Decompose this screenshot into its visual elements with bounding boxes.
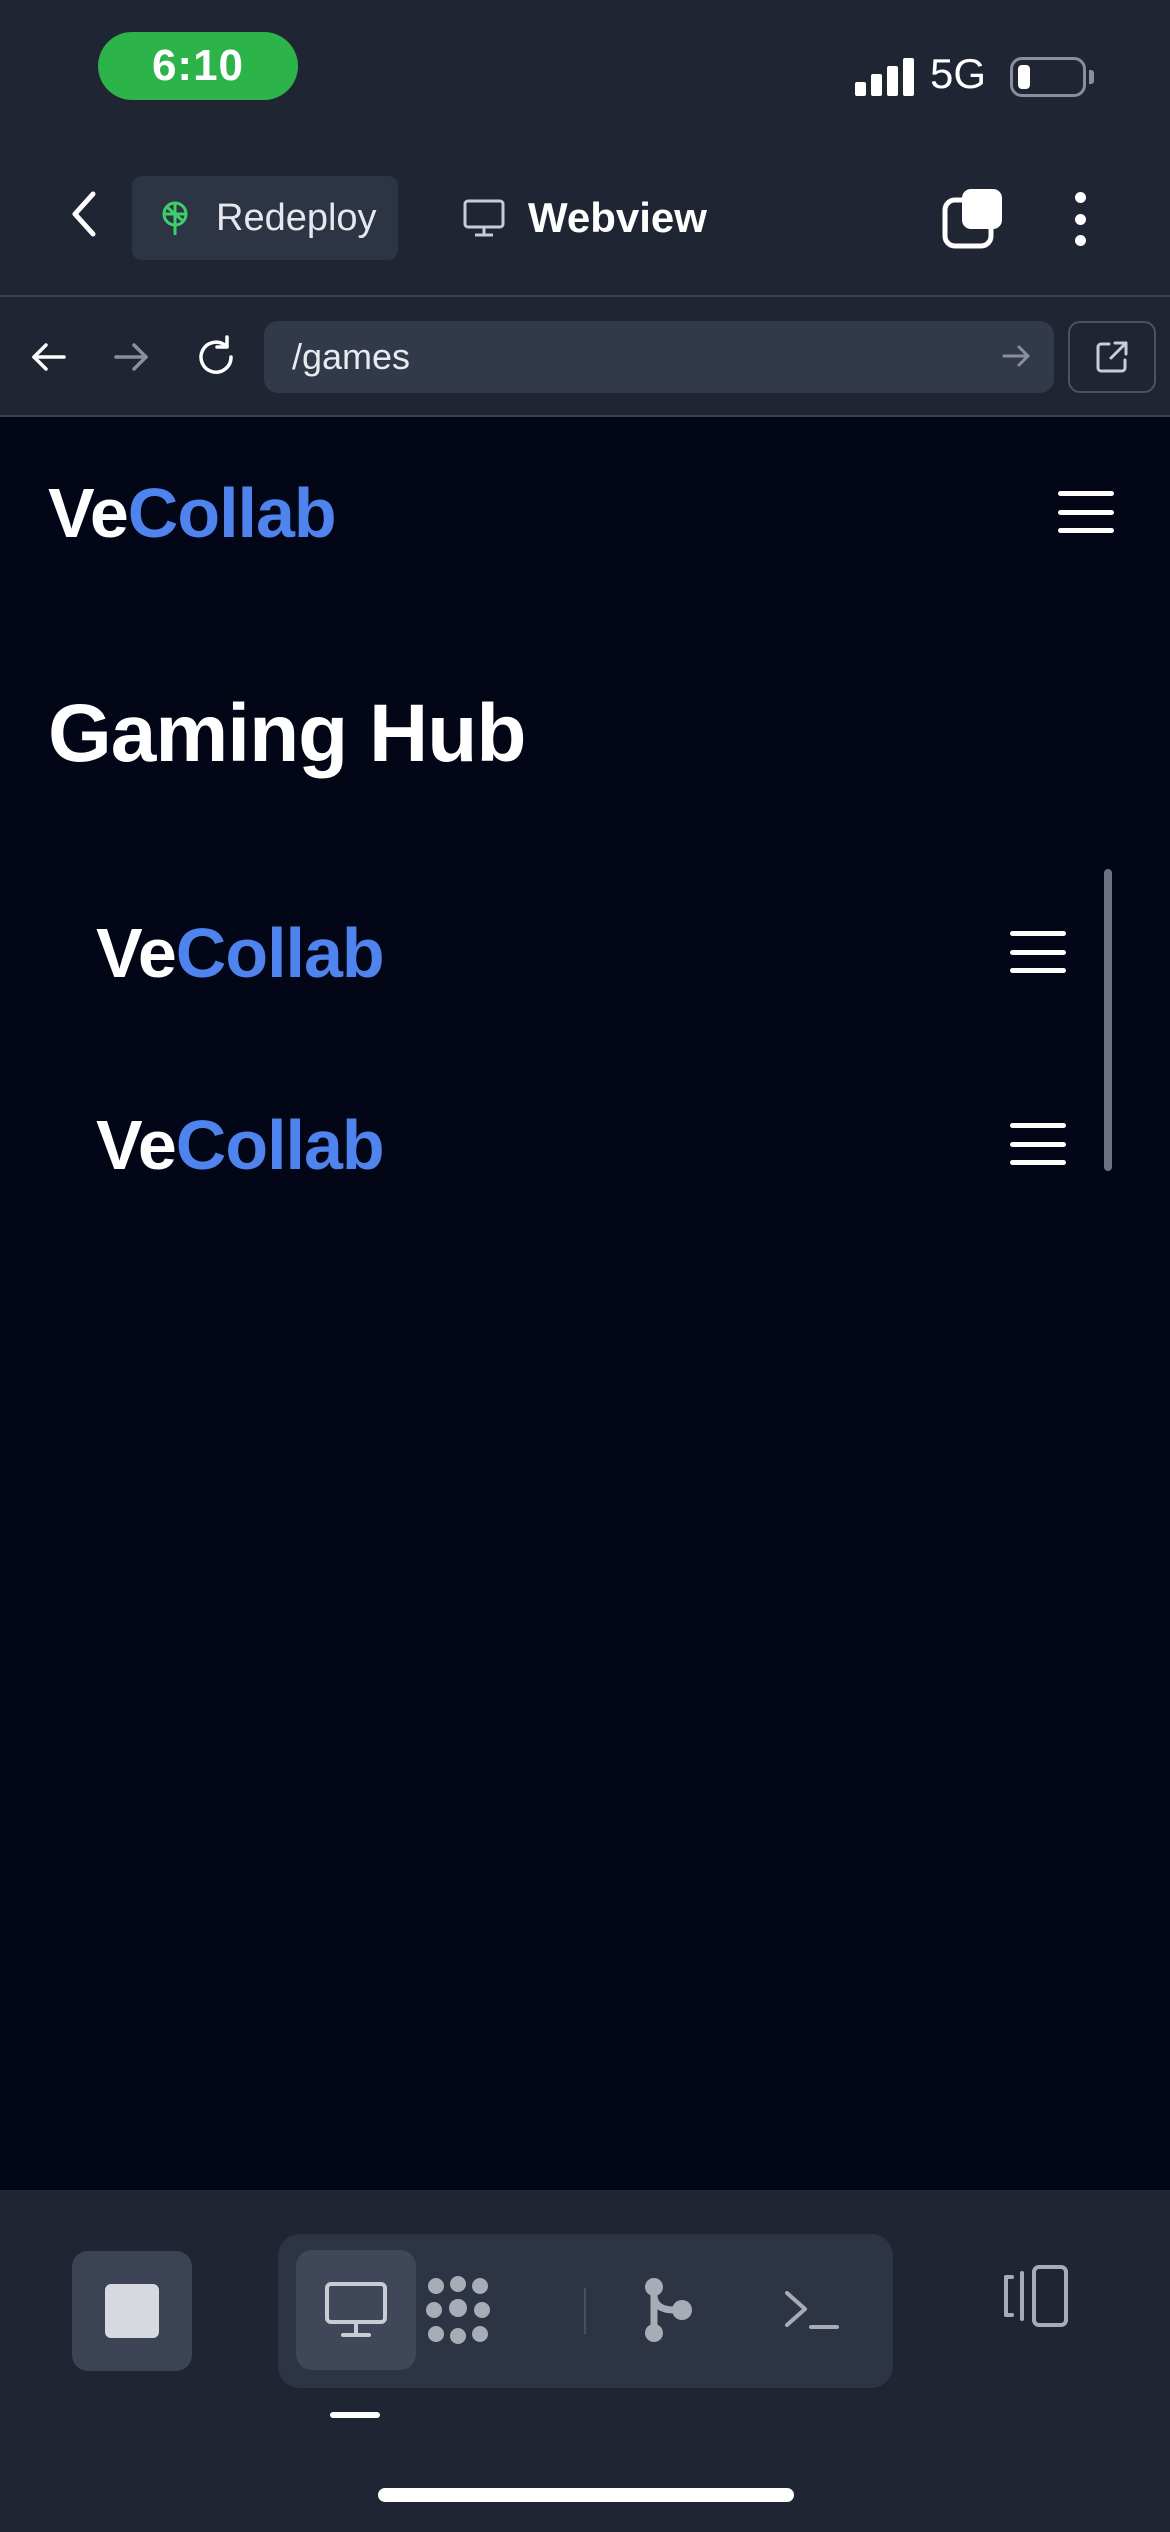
tab-webview-label: Webview: [528, 194, 707, 241]
battery-tip: [1089, 70, 1094, 84]
app-header: Redeploy Webview: [0, 150, 1170, 295]
tab-webview[interactable]: Webview: [462, 176, 707, 260]
inner-logo-1[interactable]: VeCollab: [96, 913, 385, 993]
home-indicator[interactable]: [378, 2488, 794, 2502]
scrollbar-thumb[interactable]: [1104, 869, 1112, 1171]
page-title: Gaming Hub: [48, 688, 526, 779]
url-bar: /games: [0, 295, 1170, 417]
git-icon: [645, 2278, 692, 2342]
panel-toggle-button[interactable]: [996, 2256, 1076, 2336]
arrow-left-icon: [32, 343, 66, 371]
inner-logo-1-ve: Ve: [96, 914, 177, 992]
stop-button[interactable]: [72, 2251, 192, 2371]
more-vertical-icon: [1074, 192, 1086, 203]
nodes-icon: [426, 2276, 490, 2344]
bottom-toolbar: [0, 2190, 1170, 2532]
active-tool-indicator: [330, 2412, 380, 2418]
reload-icon: [199, 335, 233, 374]
chevron-left-icon: [72, 191, 96, 237]
more-options-button[interactable]: [1060, 186, 1100, 252]
arrow-right-icon: [114, 343, 148, 371]
tool-git-button[interactable]: [608, 2250, 728, 2370]
battery-icon: [1010, 57, 1086, 97]
inner-hamburger-menu-icon-2[interactable]: [1010, 1123, 1066, 1165]
inner-logo-2-ve: Ve: [96, 1106, 177, 1184]
monitor-icon: [463, 199, 505, 237]
open-external-button[interactable]: [1068, 321, 1156, 393]
logo-part-ve: Ve: [48, 474, 129, 552]
tool-terminal-button[interactable]: [752, 2250, 872, 2370]
windows-button[interactable]: [940, 186, 1006, 252]
monitor-icon: [325, 2282, 387, 2337]
external-link-icon: [1096, 341, 1128, 373]
embedded-frame: VeCollab VeCollab: [48, 867, 1122, 1627]
inner-logo-2-collab: Collab: [175, 1106, 385, 1184]
reload-button[interactable]: [186, 327, 246, 387]
site-logo[interactable]: VeCollab: [48, 473, 337, 553]
nav-back-button[interactable]: [18, 327, 78, 387]
terminal-icon: [785, 2291, 839, 2329]
back-button[interactable]: [52, 182, 116, 246]
status-time: 6:10: [98, 32, 298, 100]
panel-icon: [1004, 2265, 1068, 2327]
url-value: /games: [292, 336, 411, 377]
redeploy-label: Redeploy: [216, 196, 377, 239]
go-arrow-icon[interactable]: [1000, 339, 1034, 373]
tool-divider: [584, 2288, 586, 2334]
logo-part-collab: Collab: [127, 474, 337, 552]
tool-nodes-button[interactable]: [398, 2250, 518, 2370]
inner-hamburger-menu-icon-1[interactable]: [1010, 931, 1066, 973]
status-bar: 6:10 5G: [0, 0, 1170, 140]
tool-group: [278, 2234, 893, 2388]
nav-forward-button[interactable]: [102, 327, 162, 387]
deploy-icon: [162, 201, 188, 235]
hamburger-menu-icon[interactable]: [1058, 491, 1114, 533]
webview-content: VeCollab Gaming Hub VeCollab VeCollab: [0, 417, 1170, 2190]
windows-icon: [942, 189, 1002, 249]
stop-icon: [105, 2284, 159, 2338]
network-label: 5G: [930, 50, 987, 97]
inner-logo-2[interactable]: VeCollab: [96, 1105, 385, 1185]
url-input[interactable]: /games: [264, 321, 1054, 393]
redeploy-button[interactable]: Redeploy: [132, 176, 398, 260]
inner-logo-1-collab: Collab: [175, 914, 385, 992]
signal-icon: [855, 58, 915, 96]
